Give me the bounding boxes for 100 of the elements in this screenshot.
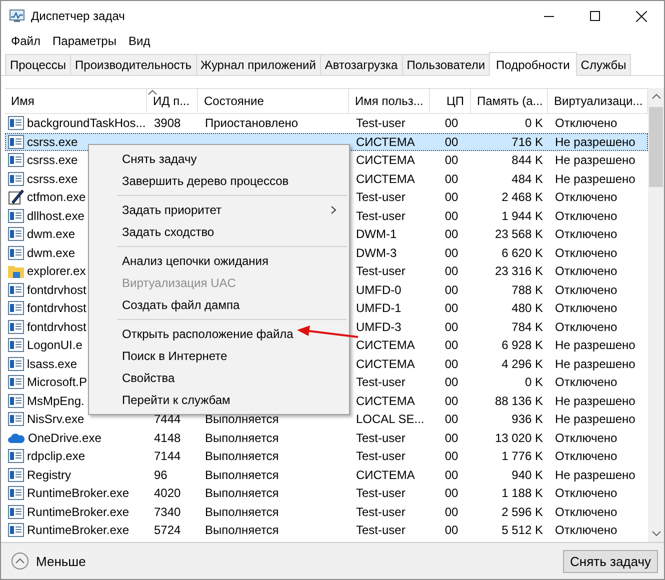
process-name: ctfmon.exe (27, 190, 86, 204)
memory-cell: 1 944 K (502, 208, 543, 223)
window-icon (8, 134, 24, 149)
window-icon (8, 504, 24, 519)
menu-item[interactable]: Параметры (46, 32, 122, 50)
tab[interactable]: Автозагрузка (320, 54, 403, 75)
process-name: dwm.exe (27, 246, 76, 260)
context-menu-item[interactable]: Задать приоритет (89, 199, 349, 221)
window-icon (8, 468, 24, 482)
column-header[interactable]: Состояние (198, 89, 349, 113)
column-header[interactable]: Память (а... (471, 89, 548, 113)
process-name: RuntimeBroker.exe (27, 504, 130, 519)
scroll-up-icon[interactable] (652, 94, 660, 99)
user-cell: Test-user (356, 523, 406, 538)
user-cell: Test-user (356, 504, 406, 519)
virtualization-cell: Не разрешено (555, 394, 636, 408)
context-menu-item[interactable]: Открыть расположение файла (89, 323, 298, 345)
window-icon (8, 449, 24, 464)
pid-cell: 4020 (154, 486, 181, 500)
tab[interactable]: Производительность (70, 54, 196, 75)
tab[interactable]: Процессы (5, 54, 72, 75)
virtualization-cell: Не разрешено (555, 468, 636, 482)
user-cell: СИСТЕМА (356, 468, 415, 482)
state-cell: Выполняется (205, 449, 279, 464)
pid-cell: 7444 (154, 412, 181, 426)
cpu-cell: 00 (444, 486, 458, 500)
user-cell: DWM-3 (356, 246, 397, 260)
user-cell: Test-user (356, 449, 406, 464)
pid-cell: 7340 (154, 504, 181, 519)
scroll-thumb[interactable] (649, 107, 663, 187)
scroll-down-icon[interactable] (652, 531, 660, 536)
memory-cell: 2 468 K (502, 190, 543, 204)
window-icon (8, 486, 24, 500)
state-cell: Выполняется (205, 486, 279, 500)
process-name: LogonUI.e (27, 338, 82, 352)
window-icon (8, 172, 24, 186)
context-menu-item[interactable]: Поиск в Интернете (89, 345, 349, 367)
tab[interactable]: Службы (576, 54, 632, 75)
window-icon (8, 227, 24, 242)
tab[interactable]: Журнал приложений (196, 54, 321, 75)
process-name: RuntimeBroker.exe (27, 486, 130, 500)
virtualization-cell: Отключено (555, 430, 618, 445)
cpu-cell: 00 (444, 282, 458, 297)
virtualization-cell: Отключено (555, 116, 618, 130)
column-header[interactable]: ИД п... (147, 89, 198, 113)
process-name: csrss.exe (27, 134, 78, 149)
virtualization-cell: Отключено (555, 264, 618, 278)
user-cell: Test-user (356, 375, 406, 390)
window-icon (8, 301, 24, 316)
window-icon (8, 412, 24, 426)
process-name: fontdrvhost (27, 301, 86, 316)
window-icon (8, 282, 24, 297)
memory-cell: 940 K (512, 468, 543, 482)
menu-item[interactable]: Файл (5, 32, 47, 50)
tab[interactable]: Пользователи (402, 54, 490, 75)
end-task-button[interactable]: Снять задачу (563, 550, 658, 572)
virtualization-cell: Не разрешено (555, 172, 636, 186)
state-cell: Выполняется (205, 523, 279, 538)
cloud-icon (8, 432, 25, 444)
process-name: Microsoft.P (27, 375, 88, 390)
context-menu-item[interactable]: Анализ цепочки ожидания (89, 250, 349, 272)
context-menu-item[interactable]: Создать файл дампа (89, 294, 349, 316)
column-header[interactable]: Имя (5, 89, 147, 113)
state-cell: Выполняется (205, 468, 279, 482)
process-name: fontdrvhost (27, 282, 86, 297)
virtualization-cell: Не разрешено (555, 356, 636, 371)
process-name: csrss.exe (27, 153, 78, 168)
cpu-cell: 00 (444, 134, 458, 149)
window-title: Диспетчер задач (31, 9, 125, 23)
column-header[interactable]: Имя польз... (349, 89, 430, 113)
memory-cell: 788 K (512, 282, 543, 297)
virtualization-cell: Отключено (555, 227, 618, 242)
context-menu-item[interactable]: Свойства (89, 367, 349, 389)
context-menu-item[interactable]: Снять задачу (89, 148, 349, 170)
cpu-cell: 00 (444, 468, 458, 482)
window-icon (8, 153, 24, 168)
memory-cell: 0 K (524, 116, 543, 130)
user-cell: Test-user (356, 116, 406, 130)
memory-cell: 13 020 K (494, 430, 543, 445)
cpu-cell: 00 (444, 264, 458, 278)
scrollbar[interactable] (648, 88, 664, 542)
column-header[interactable]: ЦП (430, 89, 471, 113)
tab[interactable]: Подробности (489, 52, 577, 76)
virtualization-cell: Отключено (555, 449, 618, 464)
chart-monitor-icon (9, 8, 25, 24)
pid-cell: 3908 (154, 116, 181, 130)
user-cell: СИСТЕМА (356, 172, 415, 186)
process-name: RuntimeBroker.exe (27, 523, 130, 538)
user-cell: UMFD-1 (356, 301, 402, 316)
virtualization-cell: Не разрешено (555, 153, 636, 168)
context-menu-item[interactable]: Перейти к службам (89, 389, 349, 411)
context-menu-item[interactable]: Задать сходство (89, 221, 349, 243)
fewer-details-toggle[interactable]: Меньше (11, 552, 86, 570)
state-cell: Выполняется (205, 504, 279, 519)
menu-item[interactable]: Вид (122, 32, 156, 50)
user-cell: Test-user (356, 208, 406, 223)
memory-cell: 5 512 K (502, 523, 543, 538)
virtualization-cell: Отключено (555, 504, 618, 519)
context-menu-item[interactable]: Завершить дерево процессов (89, 170, 349, 192)
state-cell: Выполняется (205, 412, 279, 426)
